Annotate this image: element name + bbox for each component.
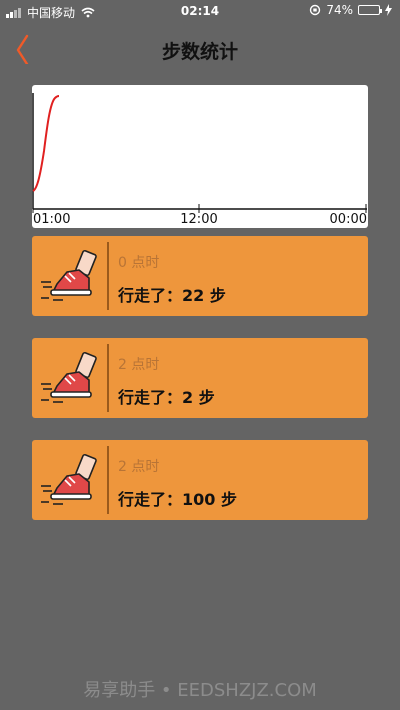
card-divider	[107, 446, 109, 514]
x-tick-label: 12:00	[180, 212, 217, 227]
x-tick-label: 00:00	[330, 212, 367, 227]
record-hour-label: 2 点时	[118, 357, 160, 373]
x-tick-label: 01:00	[33, 212, 70, 227]
battery-icon	[358, 5, 382, 15]
page-title: 步数统计	[161, 41, 238, 63]
running-shoe-icon	[41, 351, 97, 403]
card-divider	[107, 242, 109, 310]
navigation-bar: 步数统计	[0, 22, 400, 76]
record-card[interactable]: 0 点时 行走了：22 步	[32, 236, 368, 316]
step-chart-svg: 01:00 12:00 00:00	[32, 93, 367, 227]
step-series-line	[32, 95, 60, 192]
record-card[interactable]: 2 点时 行走了：2 步	[32, 338, 368, 418]
record-step-label: 行走了：100 步	[118, 490, 237, 509]
record-step-label: 行走了：22 步	[118, 286, 226, 305]
rotation-lock-icon	[310, 4, 321, 16]
running-shoe-icon	[41, 453, 97, 505]
charging-icon	[385, 4, 392, 16]
status-bar: 中国移动 02:14 74%	[0, 0, 400, 22]
record-card[interactable]: 2 点时 行走了：100 步	[32, 440, 368, 520]
step-chart: 01:00 12:00 00:00	[32, 85, 368, 228]
record-hour-label: 2 点时	[118, 459, 160, 475]
battery-percent: 74%	[326, 3, 353, 17]
record-hour-label: 0 点时	[118, 255, 160, 271]
watermark-text: 易享助手 • EEDSHZJZ.COM	[83, 680, 317, 701]
running-shoe-icon	[41, 249, 97, 301]
card-divider	[107, 344, 109, 412]
record-step-label: 行走了：2 步	[118, 388, 215, 407]
